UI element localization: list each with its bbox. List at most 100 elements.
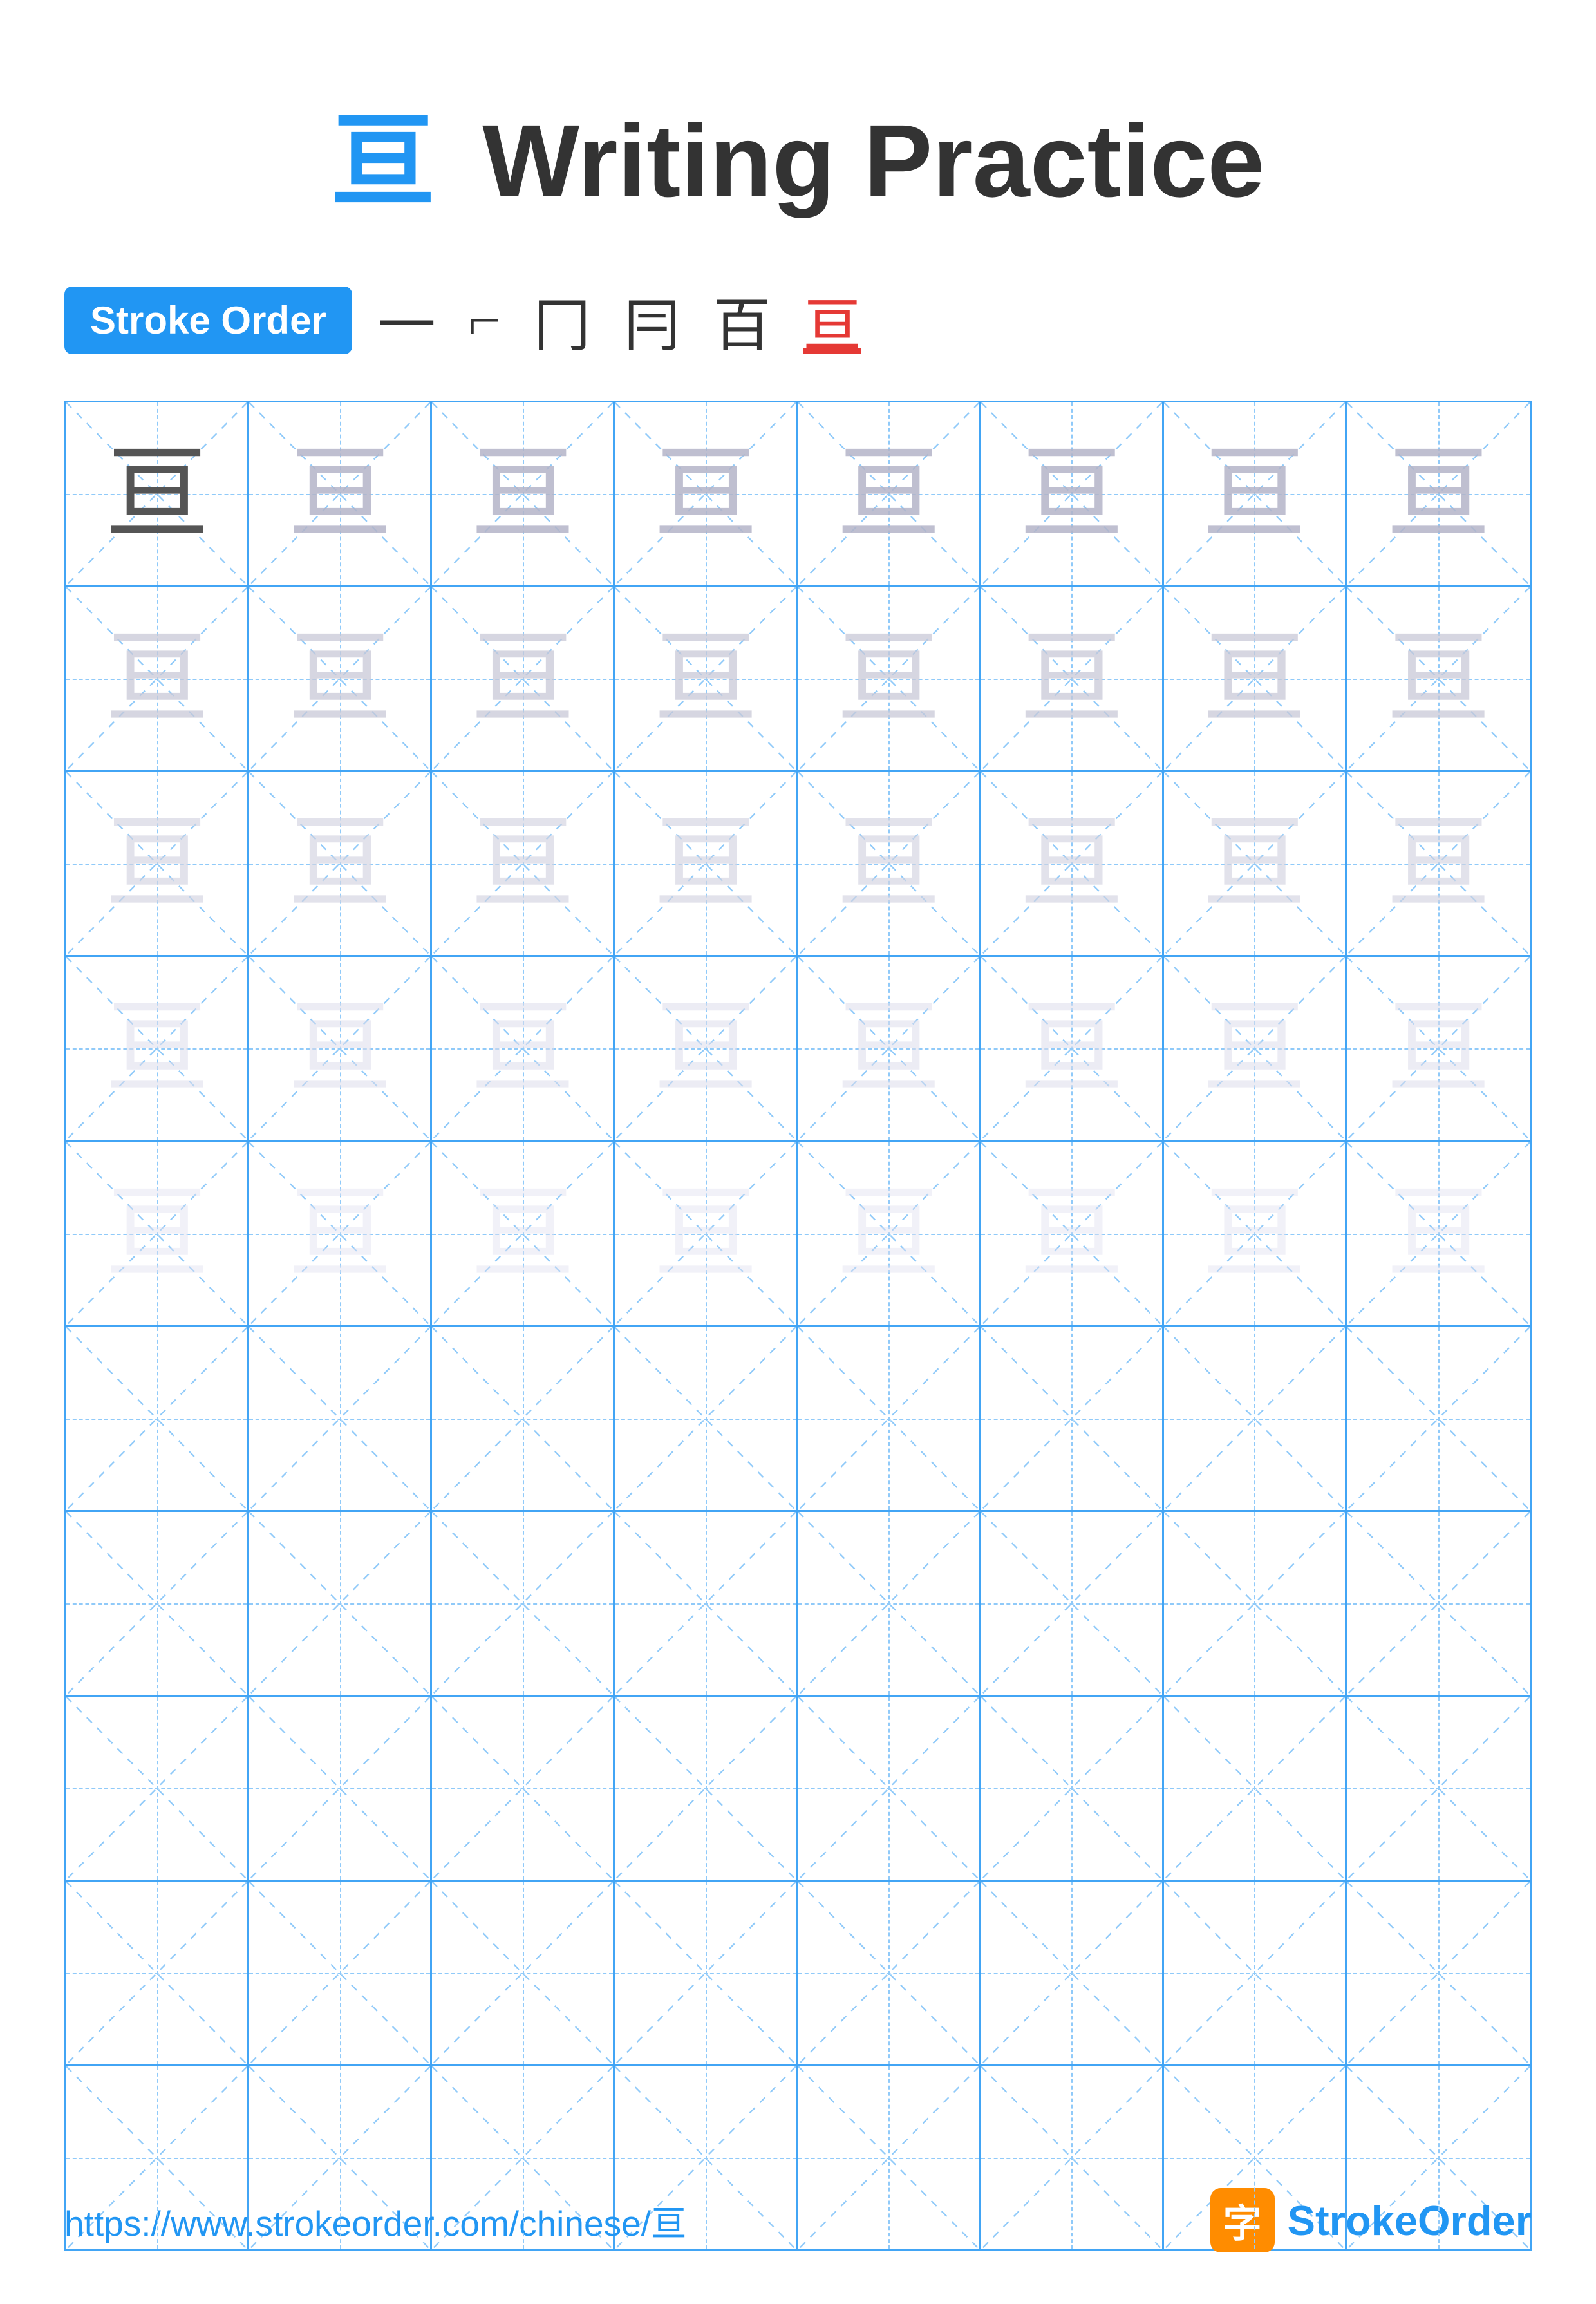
- practice-char: 亘: [106, 627, 209, 730]
- grid-cell[interactable]: 亘: [1164, 402, 1347, 585]
- grid-cell[interactable]: [981, 1882, 1164, 2064]
- grid-cell[interactable]: 亘: [981, 772, 1164, 955]
- grid-cell[interactable]: 亘: [1164, 772, 1347, 955]
- grid-cell[interactable]: 亘: [66, 587, 249, 770]
- grid-cell[interactable]: 亘: [1347, 402, 1530, 585]
- grid-cell[interactable]: [981, 1327, 1164, 1510]
- practice-char: 亘: [837, 442, 940, 545]
- grid-cell[interactable]: 亘: [249, 1142, 432, 1325]
- practice-char: 亘: [288, 1182, 391, 1285]
- grid-row-9: [66, 1882, 1530, 2066]
- grid-row-6: [66, 1327, 1530, 1512]
- grid-cell[interactable]: [798, 1327, 981, 1510]
- grid-cell[interactable]: 亘: [249, 957, 432, 1140]
- grid-cell[interactable]: [432, 1697, 615, 1880]
- grid-cell[interactable]: 亘: [1347, 957, 1530, 1140]
- practice-char: 亘: [1387, 997, 1490, 1100]
- grid-cell[interactable]: 亘: [249, 402, 432, 585]
- grid-cell[interactable]: 亘: [981, 957, 1164, 1140]
- grid-cell[interactable]: [1347, 1327, 1530, 1510]
- grid-cell[interactable]: 亘: [798, 957, 981, 1140]
- grid-cell[interactable]: [798, 1512, 981, 1695]
- grid-cell[interactable]: 亘: [66, 402, 249, 585]
- grid-cell[interactable]: 亘: [249, 587, 432, 770]
- practice-char: 亘: [471, 442, 574, 545]
- practice-char: 亘: [837, 812, 940, 915]
- grid-cell[interactable]: [615, 1512, 798, 1695]
- practice-char: 亘: [1387, 442, 1490, 545]
- title-char: 亘: [332, 104, 435, 219]
- grid-row-4: 亘 亘 亘 亘 亘 亘 亘: [66, 957, 1530, 1142]
- brand-char: 字: [1223, 2193, 1262, 2249]
- grid-cell[interactable]: 亘: [1347, 1142, 1530, 1325]
- grid-cell[interactable]: [66, 1512, 249, 1695]
- grid-cell[interactable]: 亘: [798, 587, 981, 770]
- stroke-2: ⌐: [468, 287, 501, 354]
- grid-cell[interactable]: [1347, 1882, 1530, 2064]
- grid-cell[interactable]: [798, 1882, 981, 2064]
- grid-cell[interactable]: 亘: [1347, 772, 1530, 955]
- grid-cell[interactable]: 亘: [432, 957, 615, 1140]
- grid-cell[interactable]: [1347, 1512, 1530, 1695]
- grid-cell[interactable]: 亘: [615, 772, 798, 955]
- grid-cell[interactable]: 亘: [981, 402, 1164, 585]
- grid-cell[interactable]: 亘: [798, 772, 981, 955]
- grid-cell[interactable]: 亘: [981, 1142, 1164, 1325]
- grid-cell[interactable]: 亘: [66, 772, 249, 955]
- grid-cell[interactable]: 亘: [615, 957, 798, 1140]
- grid-cell[interactable]: [249, 1327, 432, 1510]
- grid-cell[interactable]: 亘: [981, 587, 1164, 770]
- grid-cell[interactable]: 亘: [66, 957, 249, 1140]
- grid-cell[interactable]: [798, 1697, 981, 1880]
- grid-cell[interactable]: 亘: [798, 1142, 981, 1325]
- grid-row-3: 亘 亘 亘 亘 亘 亘 亘: [66, 772, 1530, 957]
- grid-cell[interactable]: [432, 1327, 615, 1510]
- practice-char: 亘: [288, 812, 391, 915]
- grid-row-8: [66, 1697, 1530, 1882]
- grid-cell[interactable]: [1164, 1512, 1347, 1695]
- practice-char: 亘: [106, 812, 209, 915]
- grid-cell[interactable]: 亘: [1164, 1142, 1347, 1325]
- practice-char: 亘: [471, 997, 574, 1100]
- stroke-3: 冂: [533, 278, 591, 362]
- grid-cell[interactable]: 亘: [1164, 587, 1347, 770]
- grid-cell[interactable]: 亘: [249, 772, 432, 955]
- grid-cell[interactable]: [615, 1697, 798, 1880]
- grid-cell[interactable]: [432, 1512, 615, 1695]
- practice-char: 亘: [1203, 442, 1306, 545]
- grid-cell[interactable]: [1347, 1697, 1530, 1880]
- grid-cell[interactable]: 亘: [615, 1142, 798, 1325]
- grid-row-1: 亘 亘 亘 亘 亘 亘 亘: [66, 402, 1530, 587]
- grid-cell[interactable]: [66, 1697, 249, 1880]
- practice-char: 亘: [654, 812, 757, 915]
- grid-cell[interactable]: [1164, 1882, 1347, 2064]
- grid-cell[interactable]: 亘: [66, 1142, 249, 1325]
- grid-cell[interactable]: [615, 1327, 798, 1510]
- grid-cell[interactable]: [615, 1882, 798, 2064]
- grid-cell[interactable]: [249, 1512, 432, 1695]
- practice-grid[interactable]: 亘 亘 亘 亘 亘 亘 亘: [64, 401, 1532, 2251]
- grid-cell[interactable]: 亘: [432, 1142, 615, 1325]
- grid-cell[interactable]: [66, 1882, 249, 2064]
- grid-cell[interactable]: 亘: [1347, 587, 1530, 770]
- grid-cell[interactable]: 亘: [432, 587, 615, 770]
- grid-cell[interactable]: 亘: [432, 402, 615, 585]
- stroke-6: 亘: [803, 278, 861, 362]
- grid-cell[interactable]: 亘: [432, 772, 615, 955]
- grid-cell[interactable]: [249, 1697, 432, 1880]
- grid-cell[interactable]: [1164, 1327, 1347, 1510]
- grid-cell[interactable]: 亘: [615, 402, 798, 585]
- grid-cell[interactable]: [1164, 1697, 1347, 1880]
- footer-brand: 字 StrokeOrder: [1210, 2188, 1532, 2252]
- grid-cell[interactable]: 亘: [615, 587, 798, 770]
- stroke-order-chars: 一 ⌐ 冂 冃 百 亘: [378, 278, 861, 362]
- page-title: 亘 Writing Practice: [332, 103, 1265, 218]
- grid-cell[interactable]: [432, 1882, 615, 2064]
- grid-cell[interactable]: [66, 1327, 249, 1510]
- grid-cell[interactable]: [981, 1512, 1164, 1695]
- grid-cell[interactable]: 亘: [798, 402, 981, 585]
- grid-cell[interactable]: [981, 1697, 1164, 1880]
- grid-cell[interactable]: 亘: [1164, 957, 1347, 1140]
- grid-cell[interactable]: [249, 1882, 432, 2064]
- brand-name-blue: Stroke: [1288, 2197, 1418, 2244]
